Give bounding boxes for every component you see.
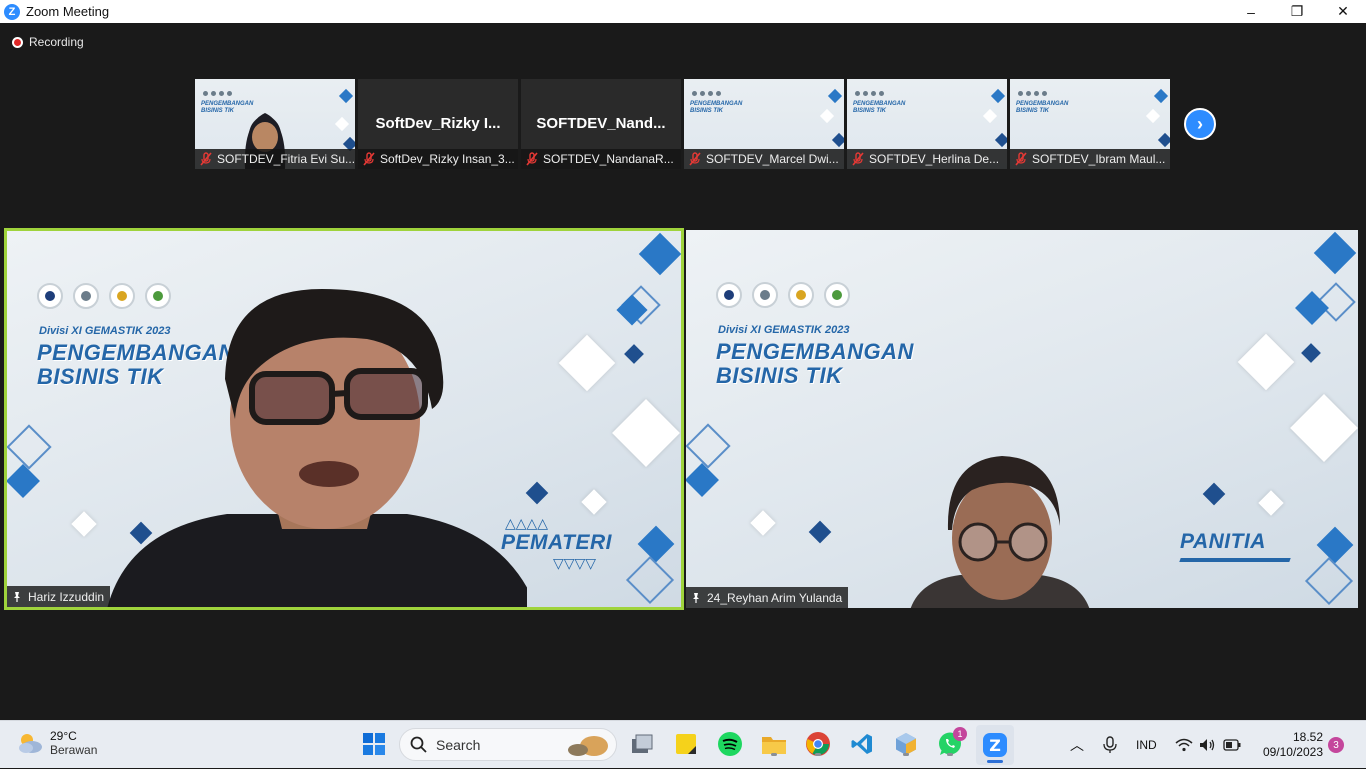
muted-mic-icon: [689, 152, 701, 166]
video-tile-speaker[interactable]: Divisi XI GEMASTIK 2023 PENGEMBANGAN BIS…: [4, 228, 684, 610]
participant-nameplate: SOFTDEV_Marcel Dwi...: [684, 149, 844, 169]
taskbar-search[interactable]: Search: [399, 728, 617, 761]
wifi-icon[interactable]: [1175, 738, 1193, 752]
window-title: Zoom Meeting: [26, 4, 110, 19]
spotify-icon: [718, 732, 742, 756]
muted-mic-icon: [852, 152, 864, 166]
participant-nameplate: SoftDev_Rizky Insan_3...: [358, 149, 518, 169]
participant-thumbnail[interactable]: PENGEMBANGAN BISINIS TIK SOFTDEV_Fitria E…: [195, 79, 355, 169]
zoom-icon: Z: [4, 3, 20, 20]
task-view-button[interactable]: [628, 730, 656, 758]
chrome-app[interactable]: [804, 730, 832, 758]
spotify-app[interactable]: [716, 730, 744, 758]
recording-label: Recording: [29, 35, 84, 49]
meeting-area: Recording PENGEMBANGAN BISINIS TIK SOFTDE…: [0, 23, 1366, 720]
participant-thumbnail[interactable]: PENGEMBANGAN BISINIS TIK SOFTDEV_Marcel D…: [684, 79, 844, 169]
taskbar: 29°C Berawan Search 1 Z ︿ IND 18.52 09/1…: [0, 720, 1366, 768]
participant-thumbnail[interactable]: PENGEMBANGAN BISINIS TIK SOFTDEV_Ibram Ma…: [1010, 79, 1170, 169]
notification-badge[interactable]: 3: [1328, 737, 1344, 753]
sticky-notes-icon: [676, 734, 696, 754]
sticky-notes-app[interactable]: [672, 730, 700, 758]
participant-name-label: 24_Reyhan Arim Yulanda: [686, 587, 849, 608]
search-icon: [410, 736, 427, 753]
video-tile-participant[interactable]: Divisi XI GEMASTIK 2023 PENGEMBANGAN BIS…: [686, 230, 1358, 608]
vscode-icon: [851, 734, 872, 754]
pin-icon: [693, 592, 699, 603]
zoom-app[interactable]: Z: [976, 725, 1014, 765]
recording-indicator[interactable]: Recording: [12, 35, 84, 49]
windows-start-icon: [363, 733, 385, 755]
svg-text:Z: Z: [989, 736, 1001, 755]
participant-nameplate: SOFTDEV_Fitria Evi Su...: [195, 149, 355, 169]
minimize-button[interactable]: –: [1228, 0, 1274, 23]
muted-mic-icon: [363, 152, 375, 166]
muted-mic-icon: [200, 152, 212, 166]
participant-display-name: SoftDev_Rizky I...: [375, 115, 501, 132]
participant-video: [910, 456, 1090, 608]
search-highlight-icon: [568, 736, 608, 756]
participant-thumbnail[interactable]: SOFTDEV_Nand... SOFTDEV_NandanaR...: [521, 79, 681, 169]
virtualbox-app[interactable]: [892, 730, 920, 758]
role-label: PANITIA: [1180, 530, 1266, 553]
close-button[interactable]: ✕: [1320, 0, 1366, 23]
input-language[interactable]: IND: [1136, 738, 1157, 752]
zoom-icon: Z: [983, 733, 1007, 757]
event-logos: [716, 282, 850, 308]
show-hidden-icons-chevron-icon[interactable]: ︿: [1070, 735, 1084, 755]
participant-name-label: Hariz Izzuddin: [7, 586, 111, 607]
whatsapp-app[interactable]: 1: [936, 727, 967, 758]
taskbar-clock[interactable]: 18.52 09/10/2023: [1263, 730, 1323, 760]
participant-nameplate: SOFTDEV_Ibram Maul...: [1010, 149, 1170, 169]
pin-icon: [14, 591, 20, 602]
clock-time: 18.52: [1292, 730, 1323, 744]
task-view-icon: [632, 734, 653, 753]
participant-display-name: SOFTDEV_Nand...: [536, 115, 666, 132]
next-page-button[interactable]: ›: [1184, 108, 1216, 140]
participant-thumbnail[interactable]: PENGEMBANGAN BISINIS TIK SOFTDEV_Herlina …: [847, 79, 1007, 169]
slide-headline: PENGEMBANGAN BISINIS TIK: [716, 339, 914, 388]
battery-icon[interactable]: [1223, 739, 1241, 751]
muted-mic-icon: [1015, 152, 1027, 166]
weather-temp: 29°C: [50, 729, 77, 743]
title-bar: Z Zoom Meeting – ❐ ✕: [0, 0, 1366, 23]
participant-video: [107, 289, 527, 607]
weather-widget[interactable]: 29°C Berawan: [16, 729, 97, 757]
weather-condition: Berawan: [50, 743, 98, 757]
restore-button[interactable]: ❐: [1274, 0, 1320, 23]
whatsapp-unread-badge: 1: [953, 727, 967, 741]
system-tray: ︿ IND: [1070, 721, 1241, 769]
slide-subtitle: Divisi XI GEMASTIK 2023: [718, 324, 850, 336]
start-button[interactable]: [360, 730, 388, 758]
muted-mic-icon: [526, 152, 538, 166]
participant-strip: PENGEMBANGAN BISINIS TIK SOFTDEV_Fitria E…: [195, 79, 1170, 169]
file-explorer-app[interactable]: [760, 730, 788, 758]
volume-icon[interactable]: [1199, 738, 1217, 752]
vscode-app[interactable]: [848, 730, 876, 758]
participant-thumbnail[interactable]: SoftDev_Rizky I... SoftDev_Rizky Insan_3…: [358, 79, 518, 169]
search-label: Search: [436, 736, 481, 753]
participant-nameplate: SOFTDEV_Herlina De...: [847, 149, 1007, 169]
participant-nameplate: SOFTDEV_NandanaR...: [521, 149, 681, 169]
microphone-icon[interactable]: [1102, 736, 1118, 754]
record-icon: [12, 36, 23, 48]
clock-date: 09/10/2023: [1262, 745, 1323, 759]
cloudy-weather-icon: [19, 734, 42, 753]
